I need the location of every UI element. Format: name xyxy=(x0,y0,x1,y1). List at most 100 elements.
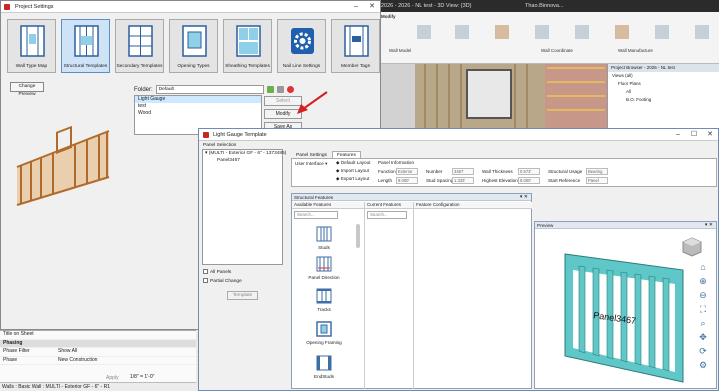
folder-row: Folder: Default xyxy=(134,85,294,94)
navigation-controls: ⌂ ⊕ ⊖ ⛶ ⌕ ✥ ⟳ ⚙ xyxy=(694,262,712,374)
close-icon[interactable]: ✕ xyxy=(702,129,718,141)
annotation-arrow-icon xyxy=(297,91,328,114)
tree-item-parent[interactable]: ▾ (MULTI - Exterior GF - 6" - 1373485) xyxy=(203,150,286,157)
gear-icon xyxy=(291,28,314,54)
view-control-bar[interactable]: 1/8" = 1'-0" xyxy=(130,372,196,382)
tab-label: Secondary Templates xyxy=(116,64,163,69)
pane-close-icon[interactable]: ▾ ✕ xyxy=(520,194,528,201)
features-toolbar: User Interface ▾ ◆ Default Layout ◆ Impo… xyxy=(291,158,717,187)
default-layout-button[interactable]: ◆ Default Layout xyxy=(336,160,370,166)
pb-item-views[interactable]: Views (all) xyxy=(608,72,719,80)
ribbon-tab-modify[interactable]: Modify xyxy=(381,14,396,19)
tab-wall-type-map[interactable]: Wall Type Map xyxy=(7,19,56,73)
template-preview-render xyxy=(16,125,110,206)
view-cube[interactable] xyxy=(681,236,703,258)
orbit-icon[interactable]: ⟳ xyxy=(698,346,708,356)
folder-label: Folder: xyxy=(134,86,153,93)
tree-item-panel[interactable]: Panel3467 xyxy=(203,157,282,164)
folder-select[interactable]: Default xyxy=(155,85,264,94)
ribbon-group-wall-model[interactable]: Wall Model xyxy=(389,48,411,53)
tab-member-tags[interactable]: Member Tags xyxy=(331,19,380,73)
pan-icon[interactable]: ✥ xyxy=(698,332,708,342)
zoom-out-icon[interactable]: ⊖ xyxy=(698,290,708,300)
feature-label: EndStuds xyxy=(314,374,334,379)
status-bar: Walls : Basic Wall : MULTI - Exterior GF… xyxy=(0,382,196,391)
revit-titlebar: 2026 - 2026 - NL test - 3D View: {3D} Th… xyxy=(375,0,719,12)
feature-tracks[interactable]: Tracks xyxy=(292,288,356,312)
export-layout-button[interactable]: ◆ Export Layout xyxy=(336,176,369,182)
ribbon-group-wall-manufacture[interactable]: Wall Manufacture xyxy=(618,48,653,53)
structural-templates-icon xyxy=(74,25,99,57)
panel-selection-tree[interactable]: ▾ (MULTI - Exterior GF - 6" - 1373485) P… xyxy=(202,149,286,265)
revit-3d-view[interactable] xyxy=(375,64,607,134)
minimize-icon[interactable]: – xyxy=(348,1,364,13)
home-icon[interactable]: ⌂ xyxy=(698,262,708,272)
zoom-fit-icon[interactable]: ⛶ xyxy=(698,304,708,314)
start-reference-field: Panel xyxy=(586,177,608,184)
pb-item-all[interactable]: All xyxy=(608,88,719,96)
opening-types-icon xyxy=(182,25,207,57)
tab-opening-types[interactable]: Opening Types xyxy=(169,19,218,73)
number-field: 3467 xyxy=(452,168,474,175)
studs-icon xyxy=(316,226,332,242)
structural-usage-label: Structural Usage xyxy=(548,169,583,174)
feature-label: Panel Direction xyxy=(308,275,340,280)
add-folder-icon[interactable] xyxy=(266,86,274,93)
ribbon-group-wall-coordinate[interactable]: Wall Coordinate xyxy=(541,48,573,53)
tab-secondary-templates[interactable]: Secondary Templates xyxy=(115,19,164,73)
stud-spacing-field: 1.333' xyxy=(452,177,474,184)
maximize-icon[interactable]: ☐ xyxy=(686,129,702,141)
all-panels-checkbox[interactable]: All Panels xyxy=(203,269,231,275)
pane-close-icon[interactable]: ▾ ✕ xyxy=(705,222,713,229)
feature-studs[interactable]: Studs xyxy=(292,226,356,250)
prop-row-phase[interactable]: Phase New Construction xyxy=(0,357,196,365)
ribbon-icons[interactable] xyxy=(415,22,715,44)
secondary-templates-icon xyxy=(128,25,153,57)
user-interface-dropdown[interactable]: User Interface ▾ xyxy=(295,161,327,167)
prop-row-title-on-sheet[interactable]: Title on Sheet xyxy=(0,331,196,340)
tab-nail-line-settings[interactable]: Nail Line Settings xyxy=(277,19,326,73)
panel-3d-preview[interactable]: Panel3467 xyxy=(555,244,695,384)
minimize-icon[interactable]: – xyxy=(670,129,686,141)
feature-panel-direction[interactable]: Panel Direction xyxy=(292,256,356,280)
list-item-light-gauge[interactable]: Light Gauge xyxy=(135,96,261,103)
pb-item-floor-plans[interactable]: Floor Plans xyxy=(608,80,719,88)
status-text: Walls : Basic Wall : MULTI - Exterior GF… xyxy=(2,384,110,390)
endstuds-icon xyxy=(316,355,332,371)
apply-button[interactable]: Apply xyxy=(106,375,119,381)
wall-type-map-icon xyxy=(20,25,45,57)
tab-label: Opening Types xyxy=(177,64,210,69)
view-cube-icon xyxy=(682,237,702,257)
tab-structural-templates[interactable]: Structural Templates xyxy=(61,19,110,73)
template-button[interactable]: Template xyxy=(227,291,258,300)
feature-label: Studs xyxy=(318,245,330,250)
zoom-in-icon[interactable]: ⊕ xyxy=(698,276,708,286)
partial-change-checkbox[interactable]: Partial Change xyxy=(203,278,242,284)
project-browser[interactable]: Project Browser - 2026 - NL test Views (… xyxy=(607,64,719,134)
rename-icon[interactable] xyxy=(276,86,284,93)
pb-item-bo-footing[interactable]: B.O. Footing xyxy=(608,96,719,104)
wall-thickness-label: Wall Thickness xyxy=(482,169,513,174)
scrollbar-thumb[interactable] xyxy=(356,224,360,248)
list-item-test[interactable]: test xyxy=(135,103,261,110)
light-gauge-template-window: Light Gauge Template – ☐ ✕ Panel Selecti… xyxy=(198,128,719,391)
prop-row-phase-filter[interactable]: Phase Filter Show All xyxy=(0,348,196,357)
import-layout-button[interactable]: ◆ Import Layout xyxy=(336,168,369,174)
change-preview-button[interactable]: Change Preview xyxy=(10,82,44,97)
user-name[interactable]: Thao.Binnova... xyxy=(525,0,564,12)
close-icon[interactable]: ✕ xyxy=(364,1,380,13)
feature-opening-framing[interactable]: Opening Framing xyxy=(292,321,356,345)
current-search-input[interactable]: Search... xyxy=(367,211,407,219)
length-field: 8.000' xyxy=(396,177,418,184)
view-scale[interactable]: 1/8" = 1'-0" xyxy=(130,374,154,380)
tab-sheathing-templates[interactable]: Sheathing Templates xyxy=(223,19,272,73)
project-settings-title: Project Settings xyxy=(15,4,54,10)
project-settings-tabs: Wall Type Map Structural Templates Secon… xyxy=(7,19,380,73)
search-icon[interactable]: ⌕ xyxy=(698,318,708,328)
available-search-input[interactable]: Search... xyxy=(294,211,338,219)
gear-icon[interactable]: ⚙ xyxy=(698,360,708,370)
feature-endstuds[interactable]: EndStuds xyxy=(292,355,356,379)
project-browser-title: Project Browser - 2026 - NL test xyxy=(608,64,719,72)
prop-row-phasing-header[interactable]: Phasing xyxy=(0,339,196,348)
list-item-wood[interactable]: Wood xyxy=(135,110,261,117)
